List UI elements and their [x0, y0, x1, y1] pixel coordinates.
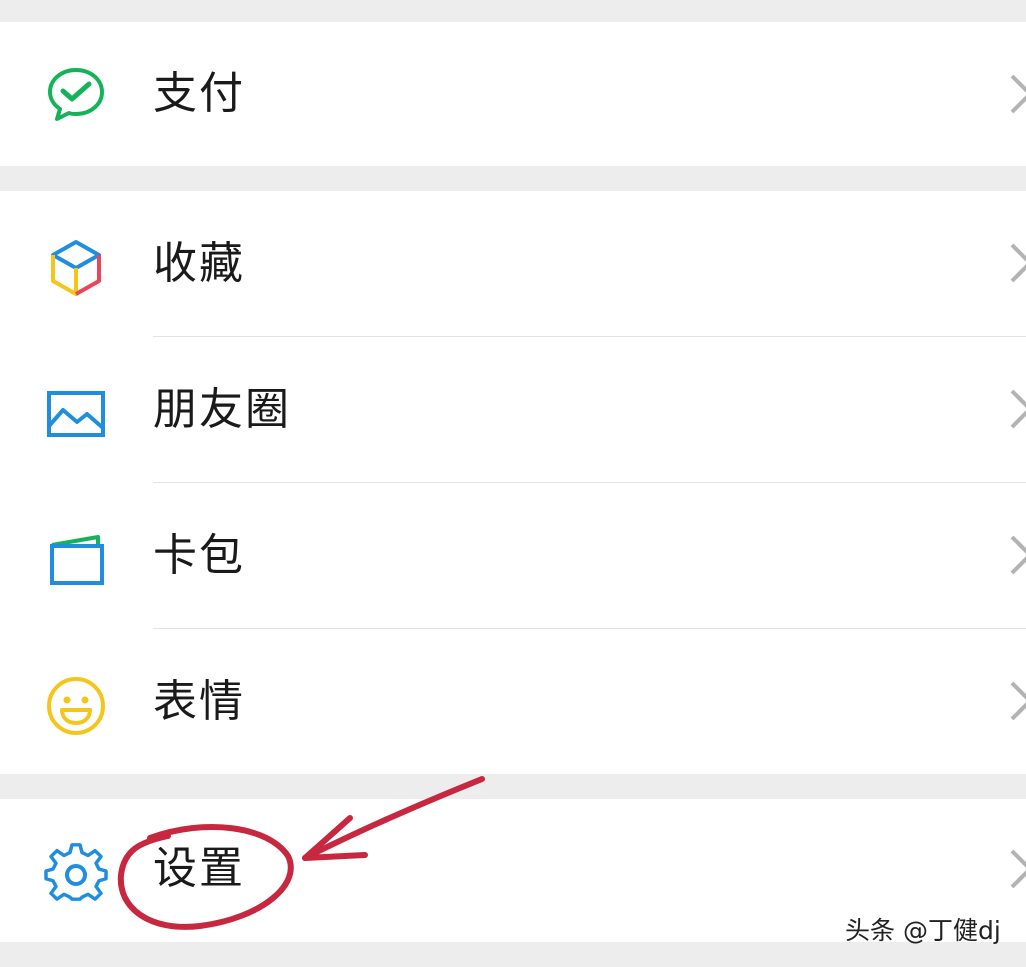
- menu-item-label: 收藏: [153, 238, 245, 289]
- menu-group-main: 收藏 朋友圈 卡包 表情: [0, 191, 1026, 774]
- card-wallet-icon: [44, 528, 108, 592]
- chevron-right-icon: [1010, 241, 1026, 285]
- chevron-right-icon: [1010, 387, 1026, 431]
- moments-picture-icon: [44, 382, 108, 446]
- favorites-cube-icon: [44, 236, 108, 300]
- menu-item-label: 支付: [153, 68, 245, 119]
- gear-icon: [44, 841, 108, 905]
- menu-group-pay: 支付: [0, 22, 1026, 166]
- menu-item-pay[interactable]: 支付: [0, 22, 1026, 166]
- menu-item-label: 设置: [153, 843, 245, 894]
- me-tab-menu: 支付 收藏 朋友圈 卡包 表情 设置 头条 @丁健dj: [0, 0, 1026, 967]
- watermark: 头条 @丁健dj: [845, 916, 1001, 945]
- wechat-pay-icon: [44, 62, 108, 126]
- menu-item-cards[interactable]: 卡包: [0, 483, 1026, 629]
- chevron-right-icon: [1010, 72, 1026, 116]
- menu-item-label: 朋友圈: [153, 384, 291, 435]
- smiley-icon: [44, 674, 108, 738]
- menu-item-label: 表情: [153, 676, 245, 727]
- chevron-right-icon: [1010, 847, 1026, 891]
- chevron-right-icon: [1010, 679, 1026, 723]
- menu-item-label: 卡包: [153, 530, 245, 581]
- menu-item-favorites[interactable]: 收藏: [0, 191, 1026, 337]
- menu-item-moments[interactable]: 朋友圈: [0, 337, 1026, 483]
- menu-item-stickers[interactable]: 表情: [0, 629, 1026, 775]
- chevron-right-icon: [1010, 533, 1026, 577]
